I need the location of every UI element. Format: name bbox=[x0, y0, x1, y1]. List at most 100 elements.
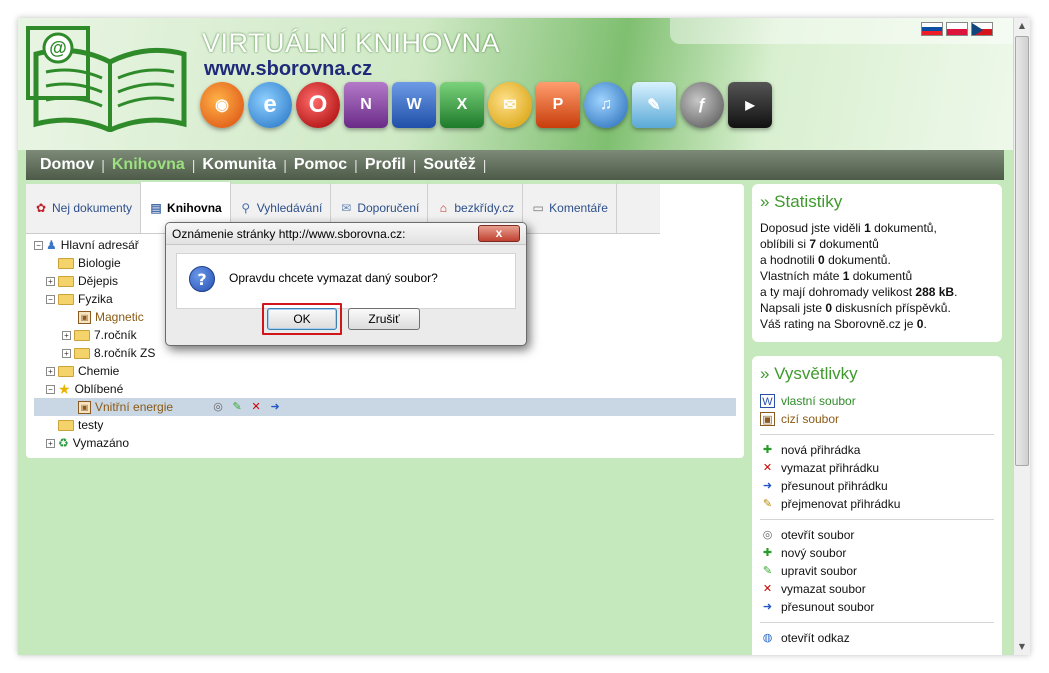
move-file-icon[interactable]: ➜ bbox=[268, 400, 282, 414]
tree-row-vnitrni-energie[interactable]: ▣ Vnitřní energie ◎ ✎ ✕ ➜ bbox=[34, 398, 736, 416]
expand-icon[interactable]: + bbox=[62, 330, 71, 340]
nav-separator: | bbox=[482, 157, 487, 173]
search-icon: ⚲ bbox=[241, 201, 251, 215]
nav-profil[interactable]: Profil bbox=[365, 156, 406, 174]
media-player-icon[interactable]: ♫ bbox=[584, 82, 628, 128]
globe-icon: ◍ bbox=[762, 632, 773, 644]
move-folder-icon: ➜ bbox=[762, 480, 773, 492]
outlook-icon[interactable]: ✉ bbox=[488, 82, 532, 128]
dialog-titlebar[interactable]: Oznámenie stránky http://www.sborovna.cz… bbox=[166, 223, 526, 245]
site-url[interactable]: www.sborovna.cz bbox=[204, 58, 372, 81]
czech-flag-icon[interactable] bbox=[971, 22, 993, 36]
publisher-icon[interactable]: ✎ bbox=[632, 82, 676, 128]
tree-label[interactable]: Oblíbené bbox=[75, 380, 124, 398]
foreign-file-icon: ▣ bbox=[78, 400, 91, 414]
excel-icon[interactable]: X bbox=[440, 82, 484, 128]
tab-nej-dokumenty[interactable]: ✿ Nej dokumenty bbox=[26, 183, 142, 233]
tree-label[interactable]: Fyzika bbox=[78, 290, 113, 308]
file-actions: ◎ ✎ ✕ ➜ bbox=[211, 400, 282, 414]
scroll-up-icon[interactable]: ▲ bbox=[1014, 18, 1030, 34]
nav-knihovna[interactable]: Knihovna bbox=[112, 156, 185, 174]
book-logo-icon[interactable]: @ bbox=[26, 26, 194, 132]
delete-file-icon[interactable]: ✕ bbox=[249, 400, 263, 414]
tree-label[interactable]: Biologie bbox=[78, 254, 121, 272]
firefox-icon[interactable]: ◉ bbox=[200, 82, 244, 128]
word-icon[interactable]: W bbox=[392, 82, 436, 128]
internet-explorer-icon[interactable]: e bbox=[248, 82, 292, 128]
tree-row-chemie[interactable]: + Chemie bbox=[34, 362, 736, 380]
legend-label: vymazat soubor bbox=[781, 582, 866, 596]
tree-label[interactable]: Magnetic bbox=[95, 308, 144, 326]
sidebar: » Statistiky Doposud jste viděli 1 dokum… bbox=[752, 184, 1002, 655]
tab-komentare[interactable]: ▭ Komentáře bbox=[523, 183, 617, 233]
expand-icon[interactable]: + bbox=[62, 348, 71, 358]
nav-domov[interactable]: Domov bbox=[40, 156, 94, 174]
scroll-down-icon[interactable]: ▼ bbox=[1014, 639, 1030, 655]
collapse-icon[interactable]: − bbox=[46, 384, 55, 394]
tree-label[interactable]: Hlavní adresář bbox=[61, 236, 139, 254]
tree-label[interactable]: 7.ročník bbox=[94, 326, 137, 344]
legend-new-box: ✚ nová přihrádka bbox=[760, 441, 994, 459]
folder-icon bbox=[58, 257, 74, 269]
tree-label[interactable]: Chemie bbox=[78, 362, 119, 380]
expand-icon[interactable]: + bbox=[46, 276, 55, 286]
edit-file-icon[interactable]: ✎ bbox=[230, 400, 244, 414]
polish-flag-icon[interactable] bbox=[946, 22, 968, 36]
legend-divider bbox=[760, 622, 994, 623]
tree-label[interactable]: testy bbox=[78, 416, 103, 434]
stats-line: Vlastních máte 1 dokumentů bbox=[760, 268, 994, 284]
legend-move-box: ➜ přesunout přihrádku bbox=[760, 477, 994, 495]
open-file-icon[interactable]: ◎ bbox=[211, 400, 225, 414]
legend-divider bbox=[760, 519, 994, 520]
tab-label: bezkřídy.cz bbox=[454, 201, 515, 215]
tree-row-vymazano[interactable]: + ♻ Vymazáno bbox=[34, 434, 736, 452]
legend-label: vlastní soubor bbox=[781, 394, 856, 408]
flash-icon[interactable]: ƒ bbox=[680, 82, 724, 128]
onenote-icon[interactable]: N bbox=[344, 82, 388, 128]
nav-pomoc[interactable]: Pomoc bbox=[294, 156, 347, 174]
collapse-icon[interactable]: − bbox=[34, 240, 43, 250]
cancel-button[interactable]: Zrušiť bbox=[348, 308, 420, 330]
tree-row-testy[interactable]: testy bbox=[34, 416, 736, 434]
slovak-flag-icon[interactable] bbox=[921, 22, 943, 36]
legend-label: nový soubor bbox=[781, 546, 847, 560]
nav-komunita[interactable]: Komunita bbox=[202, 156, 276, 174]
nav-separator: | bbox=[101, 157, 105, 173]
envelope-icon: ✉ bbox=[341, 201, 352, 215]
expand-icon[interactable]: + bbox=[46, 366, 55, 376]
powerpoint-icon[interactable]: P bbox=[536, 82, 580, 128]
folder-icon bbox=[58, 365, 74, 377]
tree-label[interactable]: 8.ročník ZS bbox=[94, 344, 155, 362]
legend-label: upravit soubor bbox=[781, 564, 858, 578]
tree-row-oblibene[interactable]: − ★ Oblíbené bbox=[34, 380, 736, 398]
opera-icon[interactable]: O bbox=[296, 82, 340, 128]
stats-text-part: a ty mají dohromady velikost bbox=[760, 285, 916, 299]
dialog-message: Opravdu chcete vymazat daný soubor? bbox=[229, 271, 438, 285]
tree-label[interactable]: Dějepis bbox=[78, 272, 118, 290]
tab-label: Vyhledávání bbox=[256, 201, 323, 215]
nav-soutez[interactable]: Soutěž bbox=[423, 156, 475, 174]
stats-text-part: diskusních příspěvků. bbox=[832, 301, 951, 315]
legend-label: otevřít soubor bbox=[781, 528, 855, 542]
avi-icon[interactable]: ▶ bbox=[728, 82, 772, 128]
new-folder-icon: ✚ bbox=[762, 444, 773, 456]
tree-label[interactable]: Vnitřní energie bbox=[95, 398, 173, 416]
tree-label[interactable]: Vymazáno bbox=[73, 434, 129, 452]
nav-separator: | bbox=[191, 157, 196, 173]
page-scrollbar[interactable]: ▲ ▼ bbox=[1013, 18, 1030, 655]
scroll-thumb[interactable] bbox=[1015, 36, 1029, 466]
ok-button[interactable]: OK bbox=[267, 308, 337, 330]
tree-row-8-rocnik[interactable]: + 8.ročník ZS bbox=[34, 344, 736, 362]
edit-file-icon: ✎ bbox=[762, 565, 773, 577]
legend-open-link: ◍ otevřít odkaz bbox=[760, 629, 994, 647]
app-icons-row: ◉ e O N W X ✉ P ♫ ✎ ƒ ▶ bbox=[200, 82, 772, 128]
legend-move-file: ➜ přesunout soubor bbox=[760, 598, 994, 616]
collapse-icon[interactable]: − bbox=[46, 294, 55, 304]
expand-icon[interactable]: + bbox=[46, 438, 55, 448]
question-icon: ? bbox=[189, 266, 215, 292]
main-nav: Domov | Knihovna | Komunita | Pomoc | Pr… bbox=[26, 150, 1004, 180]
own-file-icon: W bbox=[760, 394, 775, 408]
close-button[interactable]: x bbox=[478, 225, 520, 242]
legend-label: otevřít odkaz bbox=[781, 631, 850, 645]
dialog-body: ? Opravdu chcete vymazat daný soubor? bbox=[176, 253, 516, 309]
